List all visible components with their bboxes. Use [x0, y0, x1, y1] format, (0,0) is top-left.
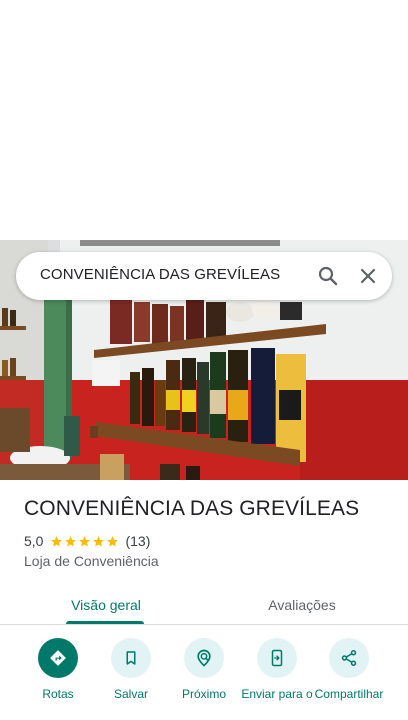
- map-area[interactable]: [0, 0, 408, 240]
- directions-icon: [50, 650, 66, 666]
- tab-overview[interactable]: Visão geral: [44, 585, 168, 625]
- place-title: CONVENIÊNCIA DAS GREVÍLEAS: [24, 497, 360, 520]
- search-icon[interactable]: [316, 264, 340, 288]
- active-tab-indicator: [66, 621, 144, 624]
- action-bar: Rotas Salvar Próximo Enviar para o Compa…: [0, 638, 408, 720]
- send-to-phone-icon: [271, 649, 283, 667]
- share-button-circle: [329, 638, 369, 678]
- directions-button[interactable]: Rotas: [20, 638, 96, 701]
- search-input[interactable]: CONVENIÊNCIA DAS GREVÍLEAS: [40, 266, 280, 283]
- send-to-phone-button-circle: [257, 638, 297, 678]
- star-icon: [93, 535, 105, 546]
- tab-bar: Visão geral Avaliações: [0, 585, 408, 625]
- directions-button-circle: [38, 638, 78, 678]
- star-icon: [51, 535, 63, 546]
- nearby-button-circle: [184, 638, 224, 678]
- save-button[interactable]: Salvar: [93, 638, 169, 701]
- star-icon: [79, 535, 91, 546]
- save-button-circle: [111, 638, 151, 678]
- place-category: Loja de Conveniência: [24, 553, 159, 569]
- nearby-button[interactable]: Próximo: [166, 638, 242, 701]
- save-label: Salvar: [113, 687, 148, 701]
- rating-value: 5,0: [24, 533, 44, 549]
- review-count[interactable]: (13): [125, 533, 150, 549]
- star-icon: [65, 535, 77, 546]
- star-rating: [50, 535, 119, 548]
- directions-label: Rotas: [42, 687, 74, 701]
- tab-reviews[interactable]: Avaliações: [230, 585, 374, 625]
- send-to-phone-button[interactable]: Enviar para o: [239, 638, 315, 701]
- nearby-label: Próximo: [181, 687, 226, 701]
- share-button[interactable]: Compartilhar: [311, 638, 387, 701]
- nearby-icon: [197, 649, 211, 667]
- close-icon[interactable]: [356, 264, 380, 288]
- bookmark-icon: [126, 651, 136, 665]
- star-icon: [107, 535, 119, 546]
- share-label: Compartilhar: [314, 687, 384, 701]
- rating-row[interactable]: 5,0 (13): [24, 532, 150, 550]
- search-bar[interactable]: CONVENIÊNCIA DAS GREVÍLEAS: [16, 252, 392, 300]
- share-icon: [341, 650, 357, 666]
- send-to-phone-label: Enviar para o: [241, 687, 313, 701]
